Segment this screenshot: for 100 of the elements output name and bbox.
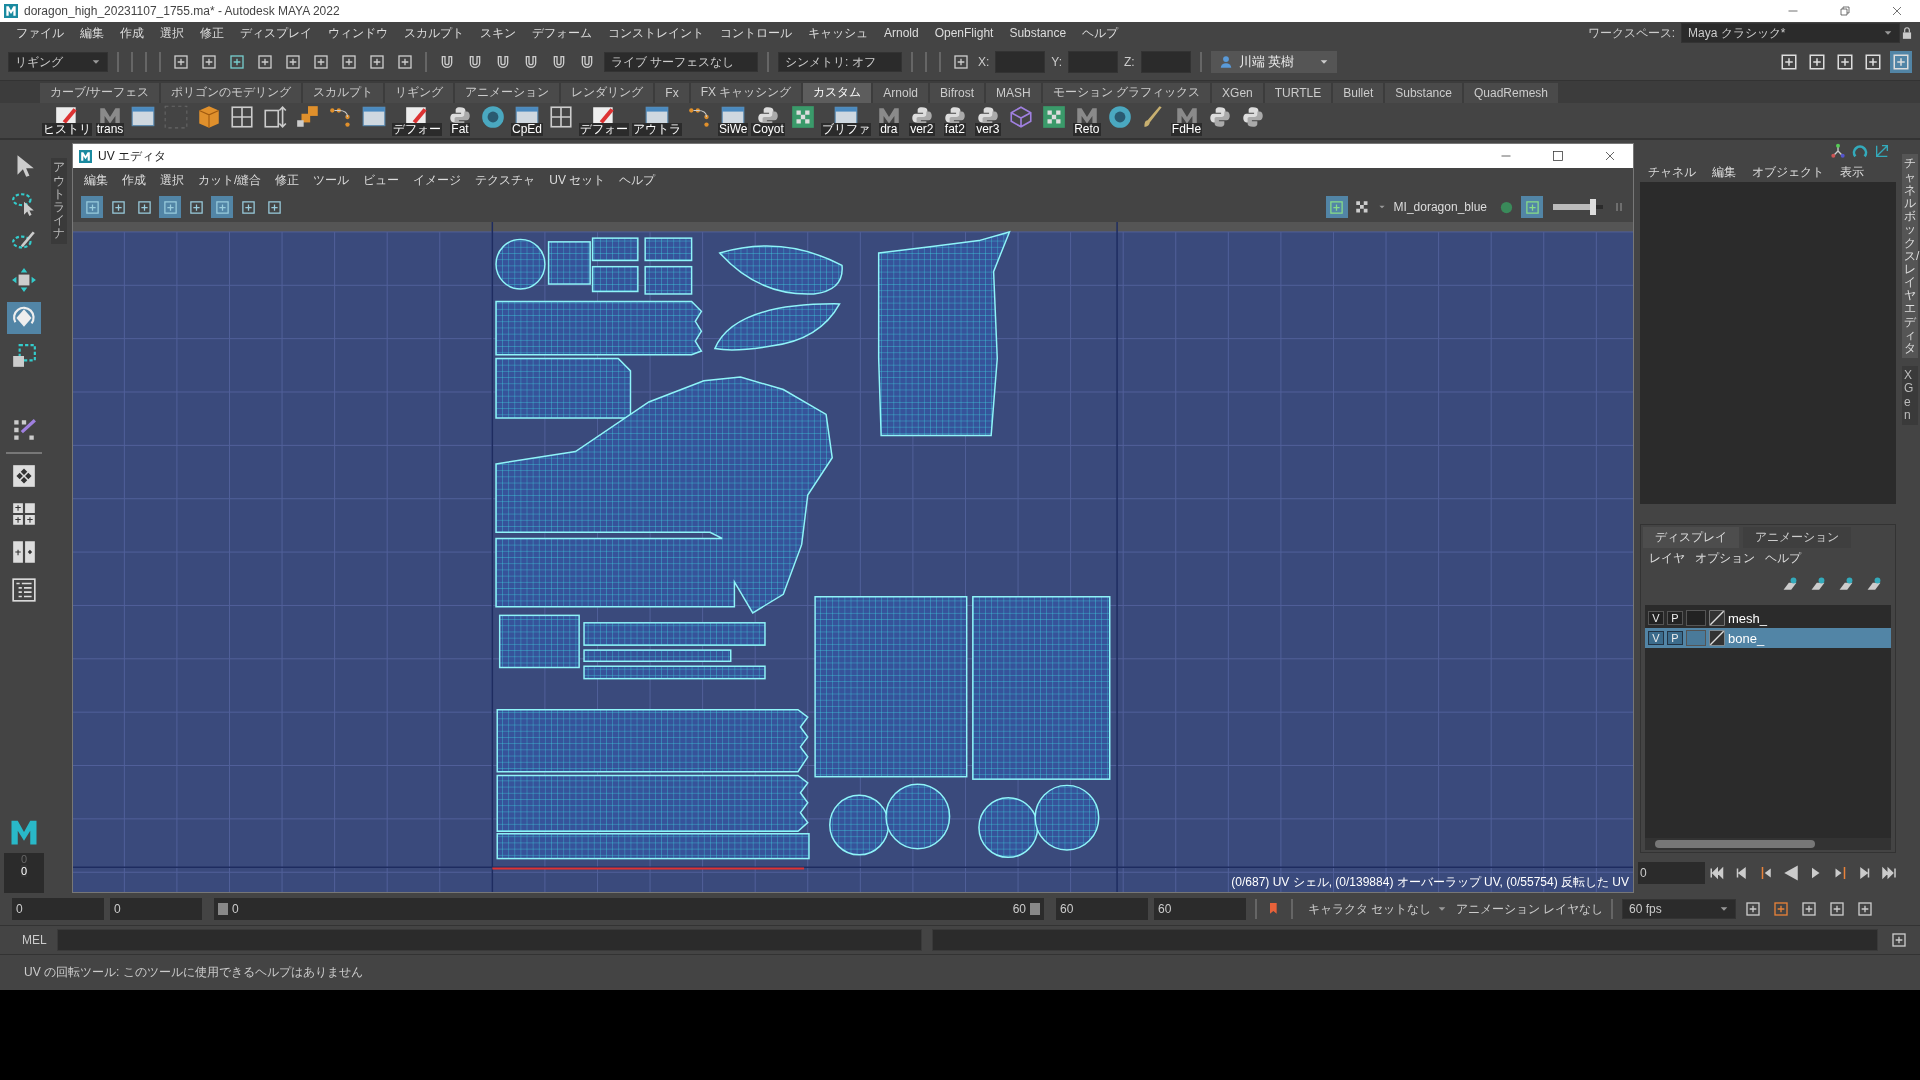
- shelf-tab[interactable]: Arnold: [873, 82, 929, 103]
- panel-tab[interactable]: ディスプレイ: [1643, 527, 1739, 549]
- menu-item[interactable]: 修正: [268, 171, 307, 189]
- channel-box-button[interactable]: [1890, 51, 1912, 74]
- image-toggle-button[interactable]: [1325, 196, 1348, 219]
- command-result-field[interactable]: [932, 929, 1878, 952]
- menu-item[interactable]: ウィンドウ: [320, 24, 396, 42]
- menu-item[interactable]: コンストレイント: [600, 24, 712, 42]
- live-surface-field[interactable]: ライブ サーフェスなし: [604, 52, 758, 73]
- playback-toggle[interactable]: P: [1667, 611, 1683, 626]
- shelf-button[interactable]: ブリファ: [820, 104, 871, 137]
- range-end-field[interactable]: 60: [1056, 898, 1148, 921]
- layer-color-swatch[interactable]: [1686, 610, 1706, 627]
- menu-item[interactable]: 編集: [77, 171, 115, 189]
- side-panel-tab[interactable]: XGen: [1902, 366, 1918, 425]
- visibility-toggle[interactable]: V: [1648, 631, 1664, 646]
- range-slider[interactable]: 0 60: [214, 898, 1044, 921]
- menu-item[interactable]: カット/縫合: [191, 171, 269, 189]
- menu-item[interactable]: OpenFlight: [926, 26, 1002, 41]
- shelf-button[interactable]: Coyot: [751, 104, 785, 137]
- shelf-button[interactable]: CpEd: [511, 104, 544, 137]
- menu-item[interactable]: 選択: [153, 171, 191, 189]
- shelf-button[interactable]: Reto: [1071, 104, 1102, 137]
- shelf-button[interactable]: ver3: [972, 104, 1003, 137]
- shelf-button[interactable]: Fat: [445, 104, 475, 137]
- shelf-tab[interactable]: カスタム: [803, 82, 872, 103]
- shelf-tab[interactable]: FX キャッシング: [690, 82, 802, 103]
- menu-item[interactable]: デフォーム: [524, 24, 600, 42]
- shelf-button[interactable]: ver2: [906, 104, 937, 137]
- scrollbar-thumb[interactable]: [1655, 840, 1815, 849]
- menu-item[interactable]: コントロール: [712, 24, 800, 42]
- layer-row[interactable]: V P mesh_: [1645, 608, 1891, 629]
- user-account-button[interactable]: 川端 英樹: [1210, 51, 1337, 74]
- menu-item[interactable]: テクスチャ: [468, 171, 543, 189]
- menu-item[interactable]: Arnold: [876, 26, 927, 41]
- menu-item[interactable]: UV セット: [542, 171, 613, 189]
- shelf-button[interactable]: ヒストリ: [42, 104, 92, 137]
- shelf-tab[interactable]: XGen: [1212, 82, 1263, 103]
- texture-name[interactable]: MI_doragon_blue: [1393, 200, 1487, 215]
- shelf-tab[interactable]: MASH: [986, 82, 1041, 103]
- shelf-tab[interactable]: TURTLE: [1264, 82, 1332, 103]
- workspace-dropdown[interactable]: Maya クラシック*: [1681, 23, 1900, 44]
- panel-tab[interactable]: アニメーション: [1743, 527, 1851, 549]
- menu-item[interactable]: 編集: [1704, 163, 1744, 181]
- end-frame-field[interactable]: 60: [1154, 898, 1246, 921]
- menu-item[interactable]: オプション: [1691, 550, 1761, 568]
- shelf-button[interactable]: デフォー: [392, 104, 442, 137]
- shelf-button[interactable]: FdHe: [1170, 104, 1203, 137]
- menu-item[interactable]: チャネル: [1640, 163, 1704, 181]
- uv-canvas[interactable]: (0/687) UV シェル, (0/139884) オーバーラップ UV, (0/55754) 反転した UV: [73, 222, 1633, 893]
- menu-item[interactable]: キャッシュ: [800, 24, 876, 42]
- menu-item[interactable]: イメージ: [406, 171, 469, 189]
- menu-item[interactable]: オブジェクト: [1744, 163, 1832, 181]
- menu-item[interactable]: スカルプト: [396, 24, 472, 42]
- command-language-label[interactable]: MEL: [22, 933, 47, 948]
- menu-item[interactable]: ビュー: [356, 171, 407, 189]
- outliner-tab[interactable]: アウトライナ: [51, 158, 67, 244]
- menu-item[interactable]: スキン: [472, 24, 524, 42]
- menu-item[interactable]: ヘルプ: [1074, 24, 1127, 42]
- menu-item[interactable]: Substance: [1001, 26, 1075, 41]
- current-frame-field[interactable]: 0: [1638, 862, 1705, 885]
- uv-tool-button[interactable]: [81, 196, 103, 219]
- menu-item[interactable]: ヘルプ: [1761, 550, 1807, 568]
- shelf-tab[interactable]: リギング: [385, 82, 454, 103]
- layer-color-swatch[interactable]: [1686, 630, 1706, 647]
- shelf-button[interactable]: デフォー: [579, 104, 630, 137]
- menu-item[interactable]: 表示: [1832, 163, 1872, 181]
- start-frame-field[interactable]: 0: [12, 898, 104, 921]
- menu-item[interactable]: ツール: [306, 171, 357, 189]
- menu-item[interactable]: ファイル: [8, 24, 72, 42]
- command-input-field[interactable]: [56, 929, 923, 952]
- coordinate-field[interactable]: [1068, 51, 1119, 74]
- layer-row[interactable]: V P bone_: [1645, 628, 1891, 649]
- menu-item[interactable]: 修正: [192, 24, 232, 42]
- fps-dropdown[interactable]: 60 fps: [1622, 899, 1736, 920]
- shelf-tab[interactable]: QuadRemesh: [1463, 82, 1558, 103]
- shelf-button[interactable]: SiWe: [718, 104, 749, 137]
- menu-item[interactable]: ヘルプ: [612, 171, 663, 189]
- shelf-button[interactable]: fat2: [939, 104, 970, 137]
- visibility-toggle[interactable]: V: [1648, 611, 1664, 626]
- coordinate-field[interactable]: [995, 51, 1046, 74]
- shelf-tab[interactable]: アニメーション: [455, 82, 560, 103]
- shelf-tab[interactable]: スカルプト: [303, 82, 384, 103]
- shelf-tab[interactable]: Bullet: [1333, 82, 1384, 103]
- menu-item[interactable]: ディスプレイ: [232, 24, 320, 42]
- image-toggle-button[interactable]: [1521, 196, 1543, 219]
- playback-toggle[interactable]: P: [1667, 631, 1683, 646]
- tool-button[interactable]: [7, 302, 41, 335]
- shelf-button[interactable]: アウトラ: [632, 104, 683, 137]
- shelf-button[interactable]: dra: [873, 104, 904, 137]
- shelf-tab[interactable]: Fx: [655, 82, 689, 103]
- side-panel-tab[interactable]: チャネルボックス/レイヤエディタ: [1902, 154, 1918, 359]
- shelf-tab[interactable]: Bifrost: [930, 82, 985, 103]
- menu-set-dropdown[interactable]: リギング: [8, 52, 108, 73]
- symmetry-field[interactable]: シンメトリ: オフ: [778, 52, 902, 73]
- shelf-tab[interactable]: モーション グラフィックス: [1042, 82, 1211, 103]
- menu-item[interactable]: 作成: [115, 171, 153, 189]
- shelf-tab[interactable]: カーブ/サーフェス: [40, 82, 160, 103]
- menu-item[interactable]: 選択: [152, 24, 192, 42]
- shelf-tab[interactable]: Substance: [1385, 82, 1462, 103]
